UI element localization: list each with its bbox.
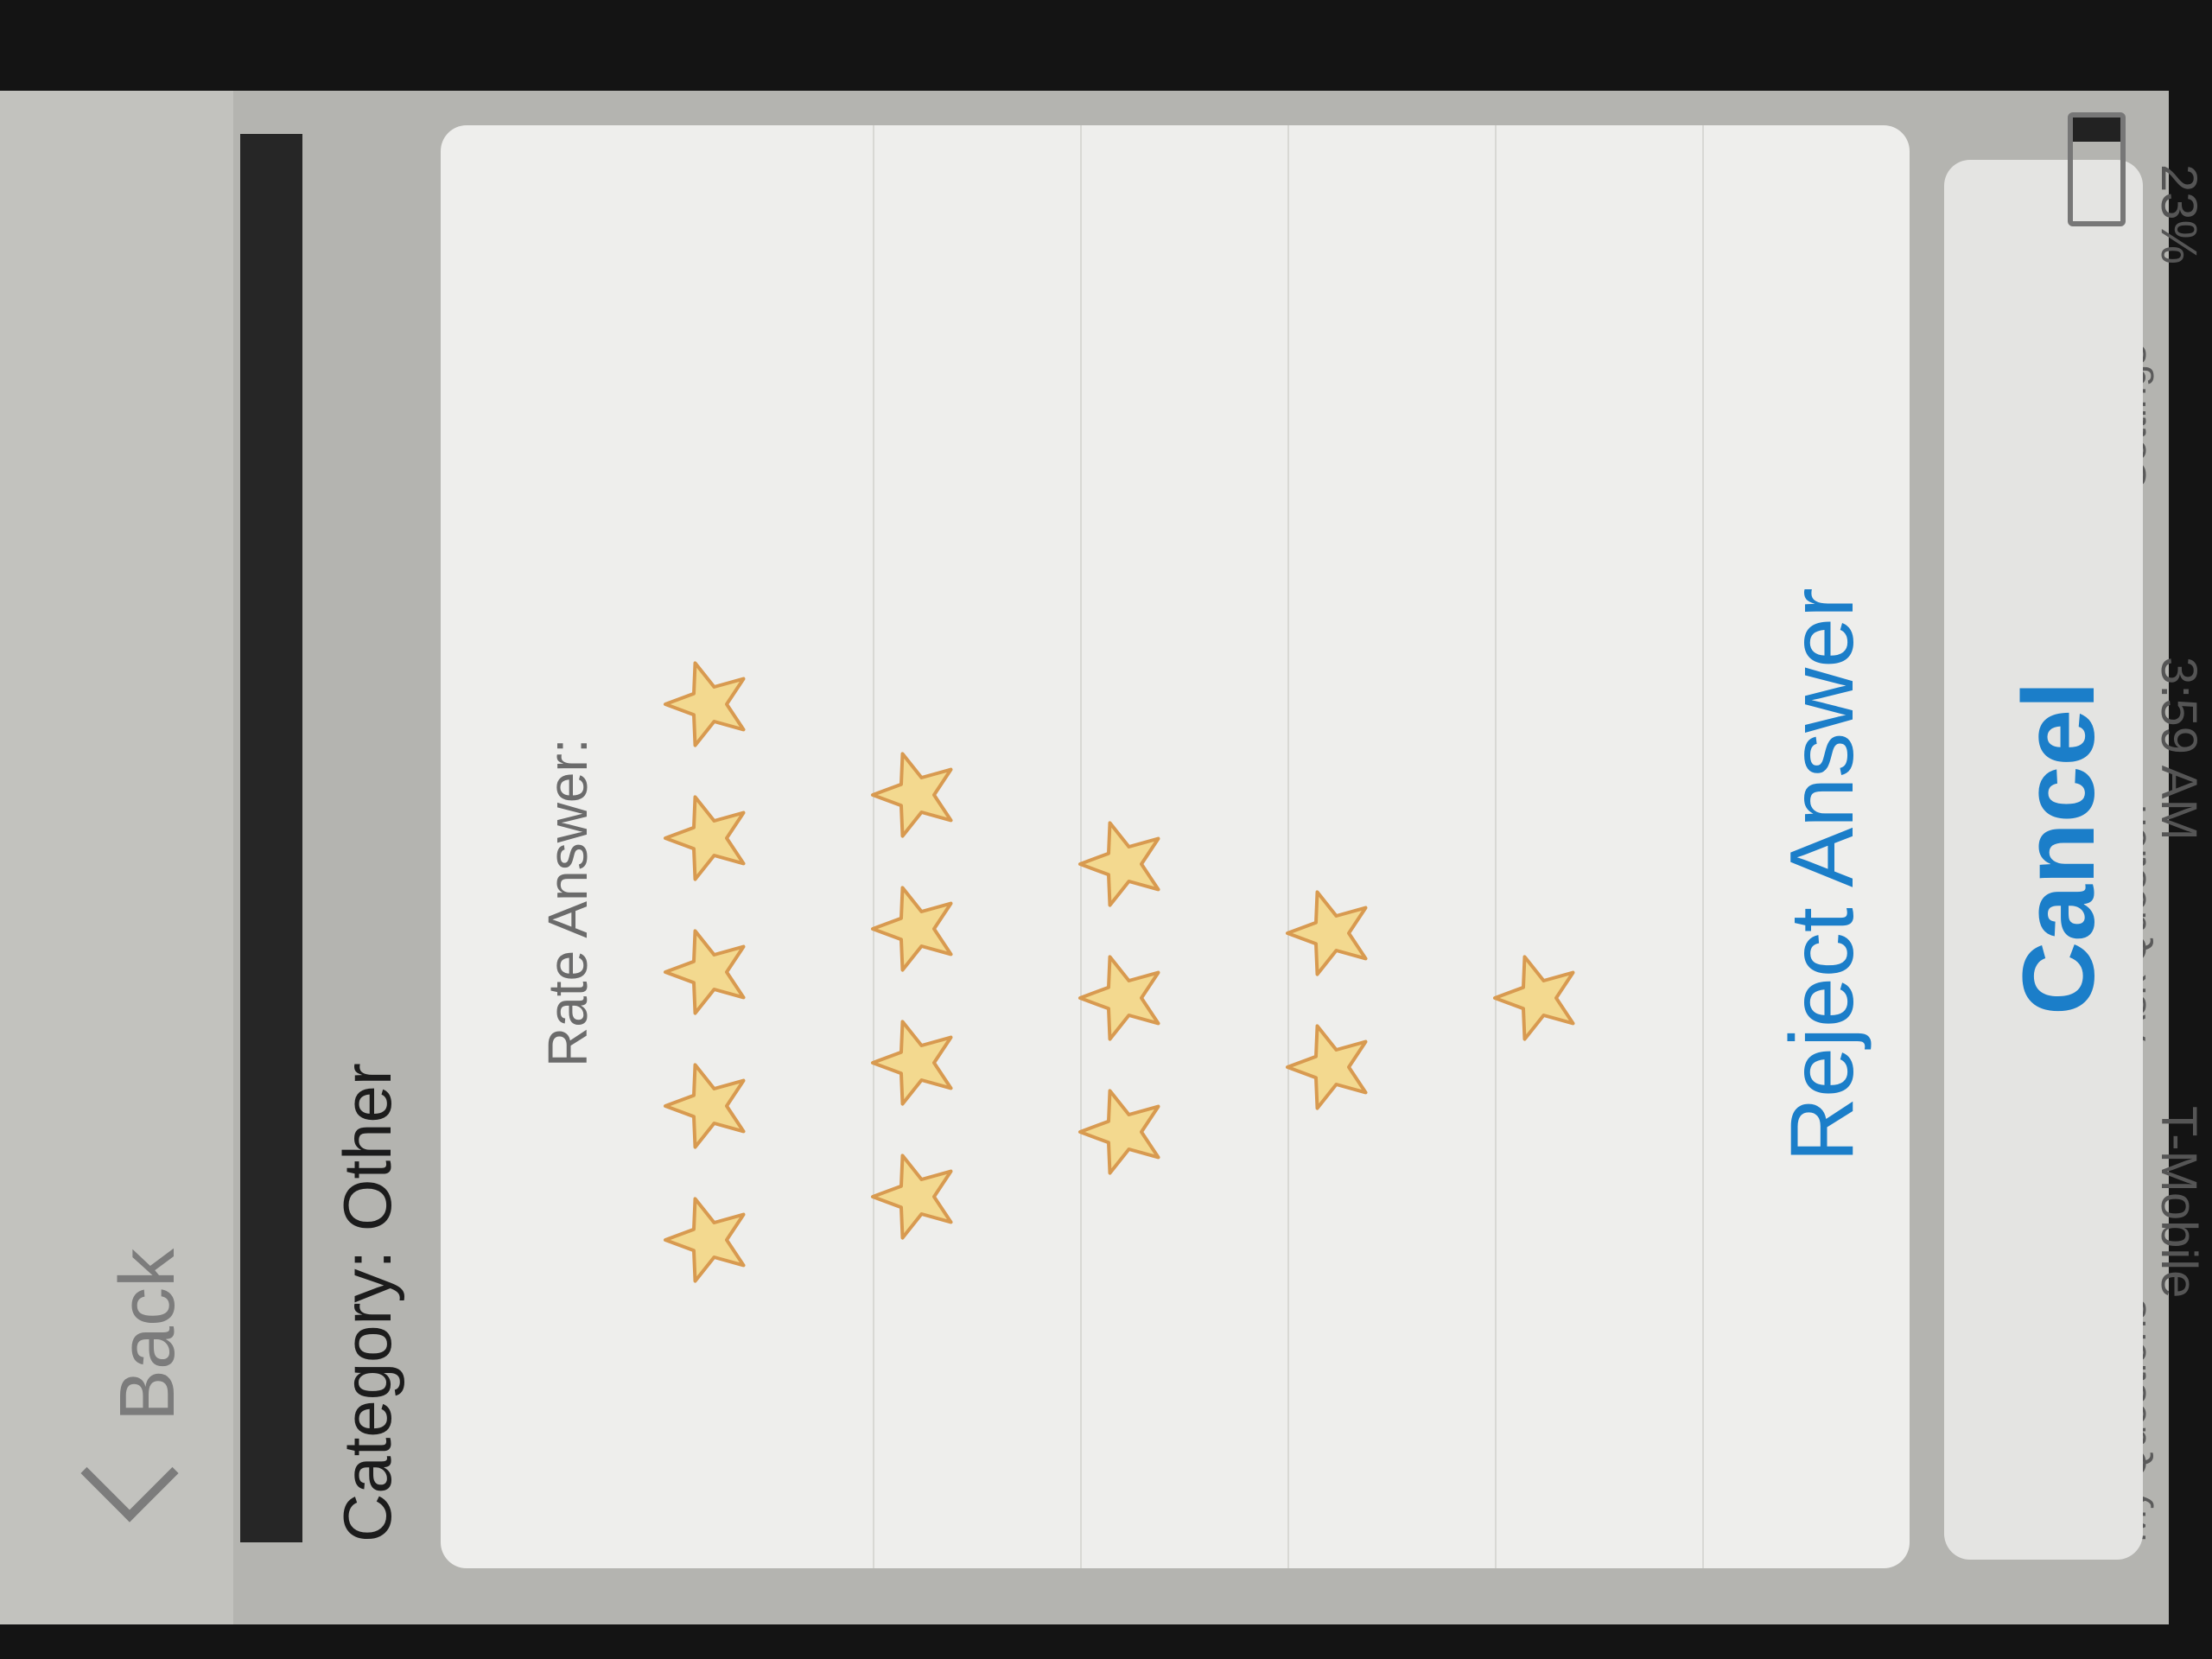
star-icon: [657, 1054, 760, 1158]
star-icon: [864, 1145, 968, 1249]
reject-answer-button[interactable]: Reject Answer: [1771, 588, 1874, 1162]
row-divider: [1495, 125, 1497, 1568]
star-icon: [1071, 1080, 1175, 1184]
category-label: Category: Other: [329, 1063, 405, 1542]
row-divider: [1702, 125, 1704, 1568]
star-icon: [864, 1011, 968, 1115]
star-icon: [657, 652, 760, 756]
star-icon: [657, 920, 760, 1024]
status-time: 3:59 AM: [2151, 657, 2207, 841]
star-icon: [864, 743, 968, 847]
rate-answer-title: Rate Answer:: [537, 738, 599, 1067]
star-icon: [864, 877, 968, 981]
star-icon: [1279, 881, 1382, 985]
star-icon: [1279, 1015, 1382, 1119]
navigation-bar: Back: [0, 91, 233, 1624]
chevron-left-icon[interactable]: [80, 1424, 179, 1522]
star-icon: [1071, 946, 1175, 1050]
status-carrier: T-Mobile: [2151, 1106, 2207, 1299]
star-icon: [1486, 946, 1590, 1050]
star-icon: [657, 786, 760, 890]
phone-screen: Back Category: Other My Questions Ask Qu…: [0, 91, 2169, 1624]
star-icon: [1071, 812, 1175, 916]
cancel-button[interactable]: Cancel: [2000, 681, 2118, 1015]
rating-action-sheet: Rate Answer: Reject Answer: [441, 125, 1910, 1568]
back-button[interactable]: Back: [104, 1249, 193, 1421]
battery-icon: [2068, 112, 2126, 226]
battery-percent: 23%: [2151, 164, 2207, 265]
title-bar-divider: [240, 134, 302, 1542]
star-icon: [657, 1188, 760, 1292]
battery-fill: [2073, 118, 2120, 142]
row-divider: [1287, 125, 1289, 1568]
